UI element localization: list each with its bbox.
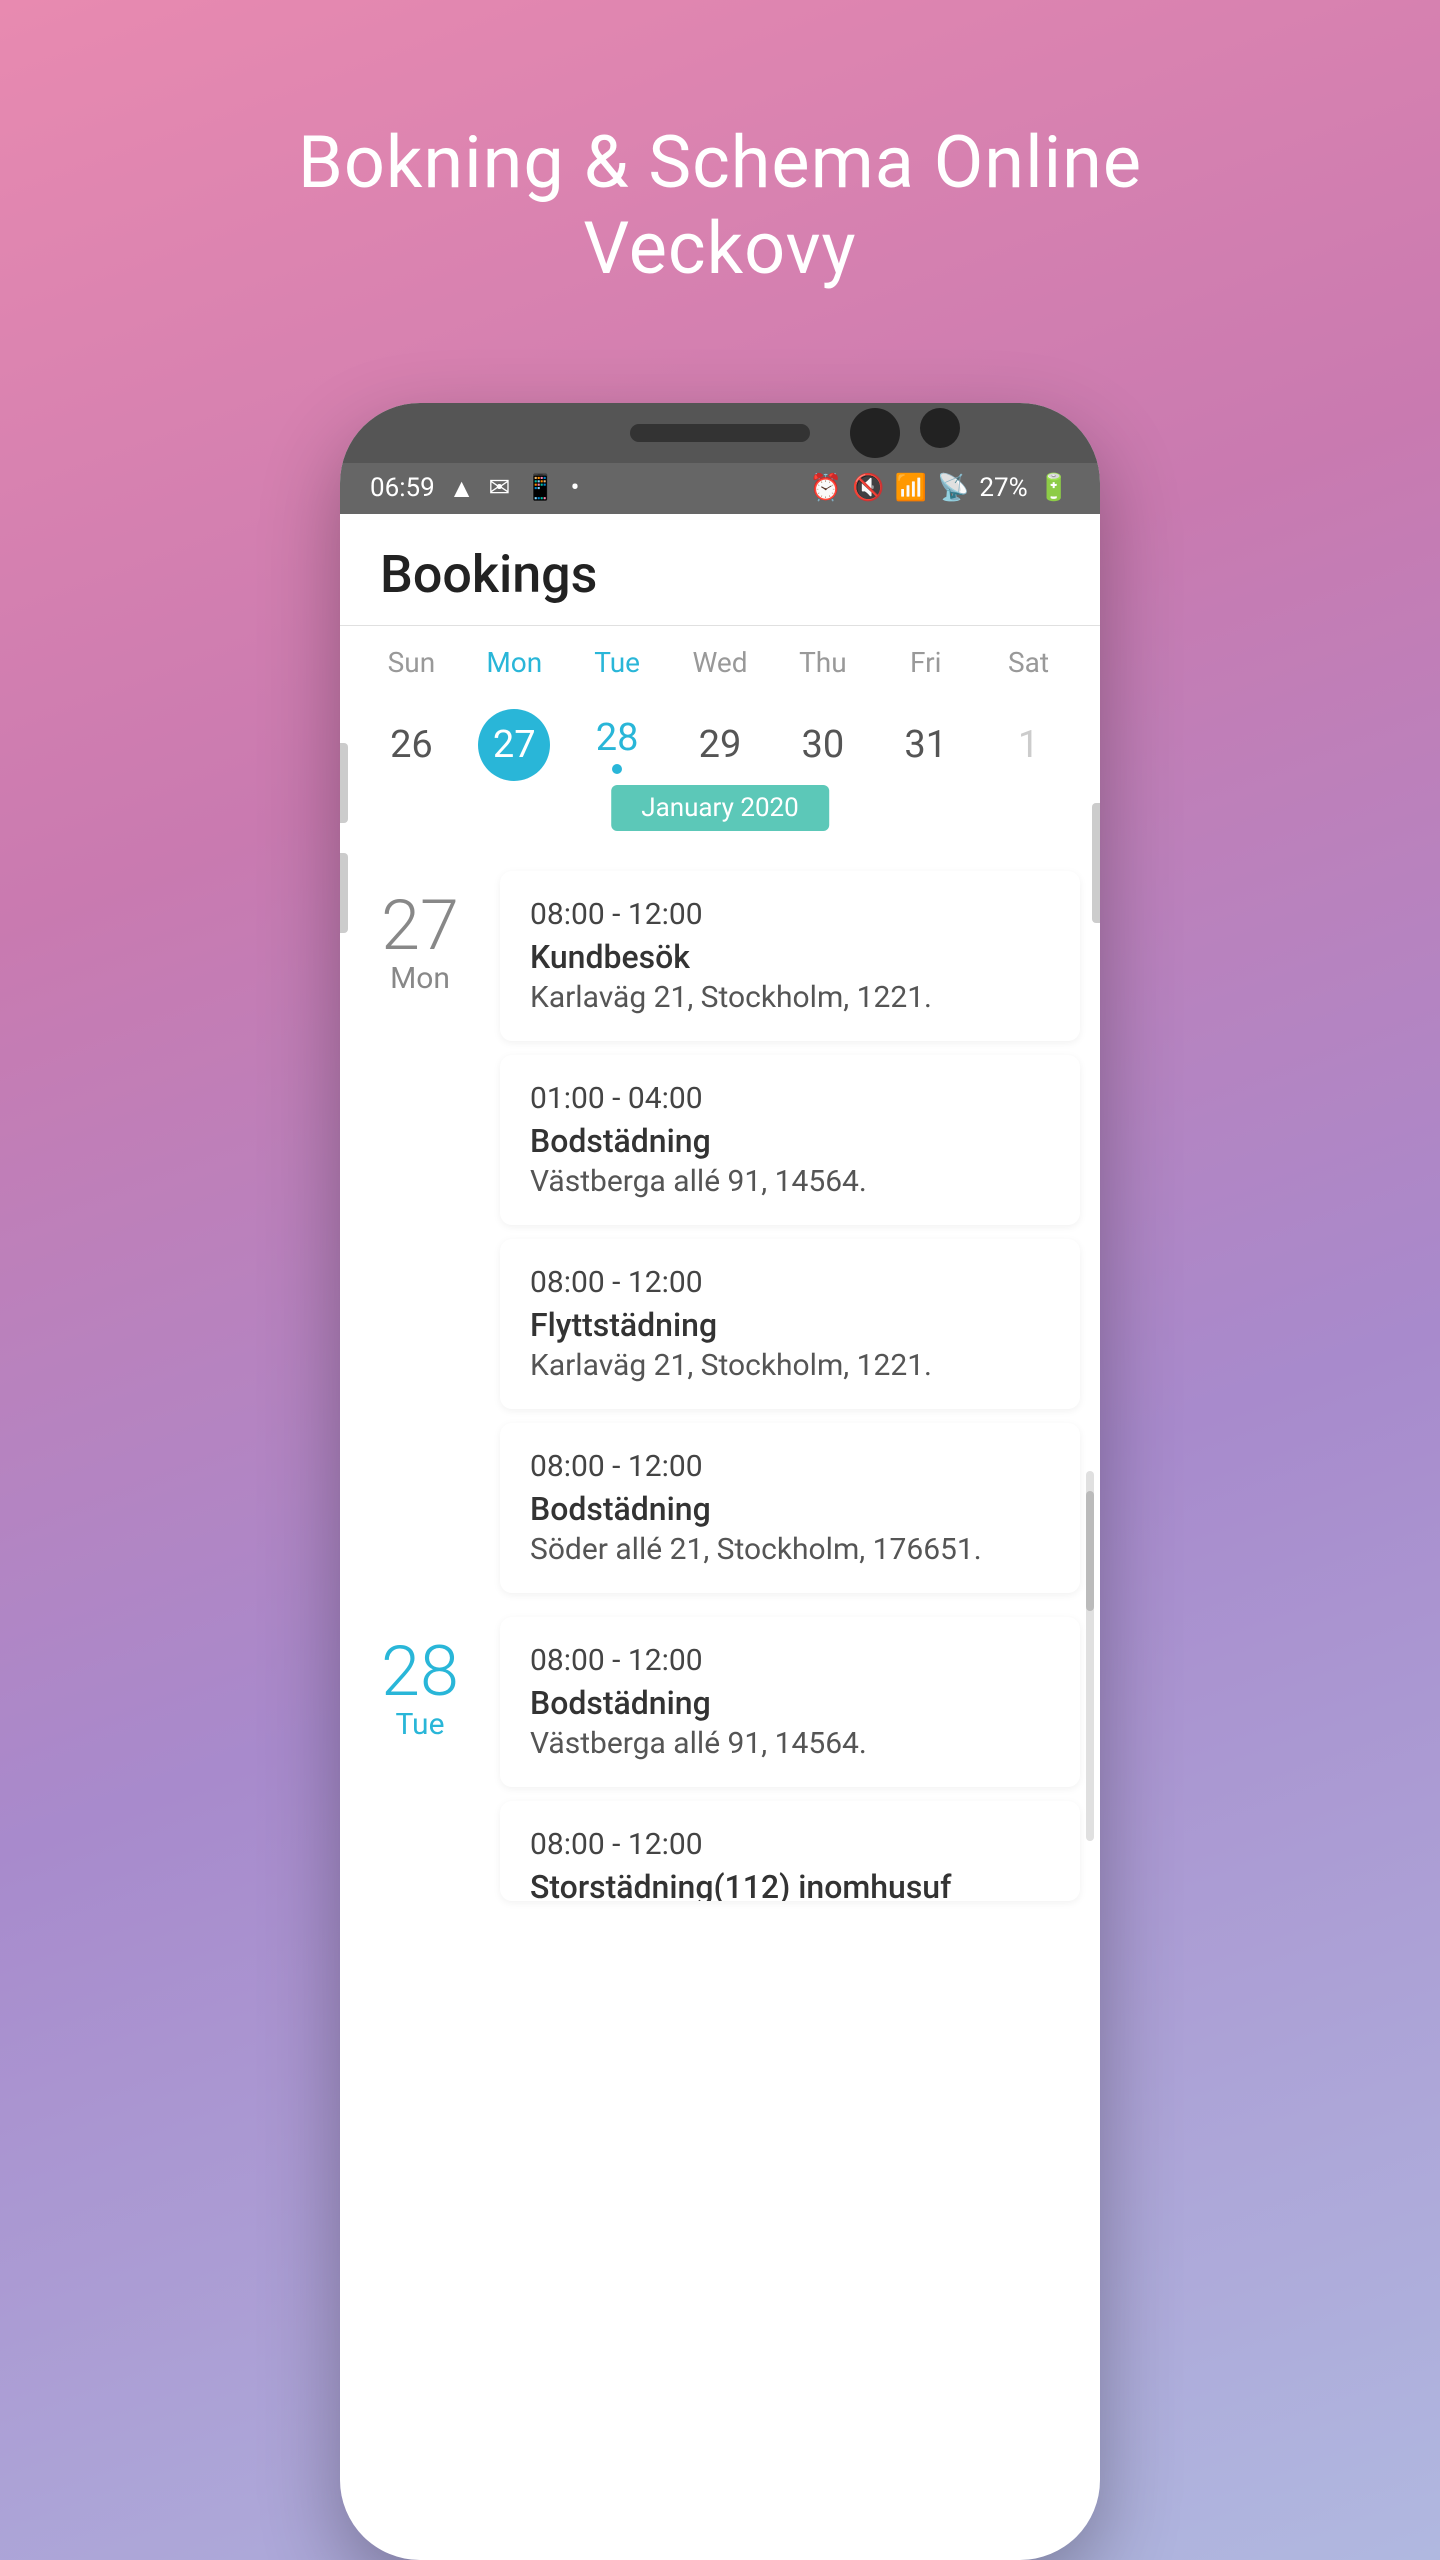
phone-frame: 06:59 ▲ ✉ 📱 • ⏰ 🔇 📶 📡 27% 🔋 Bookings Sun…	[340, 403, 1100, 2560]
calendar-dates: 26 27 28 29 30 31 1	[360, 689, 1080, 801]
whatsapp-icon: 📱	[524, 473, 556, 503]
calendar-section[interactable]: Sun Mon Tue Wed Thu Fri Sat 26 27 28 29	[340, 626, 1100, 821]
month-badge: January 2020	[611, 785, 829, 831]
booking-type: Storstädning(112) inomhusuf	[530, 1868, 1050, 1901]
status-right: ⏰ 🔇 📶 📡 27% 🔋	[810, 473, 1070, 503]
day-name-28: Tue	[396, 1707, 445, 1742]
booking-type: Bodstädning	[530, 1490, 1050, 1528]
phone-notch-bar	[340, 403, 1100, 463]
app-header: Bookings	[340, 514, 1100, 626]
phone-camera-secondary	[920, 408, 960, 448]
email-icon: ✉	[488, 473, 510, 503]
date-30[interactable]: 30	[771, 713, 874, 777]
booking-type: Flyttstädning	[530, 1306, 1050, 1344]
date-1[interactable]: 1	[977, 713, 1080, 777]
app-title: Bokning & Schema Online Veckovy	[298, 120, 1142, 293]
day-name-27: Mon	[390, 961, 450, 996]
booking-card-27-4[interactable]: 08:00 - 12:00 Bodstädning Söder allé 21,…	[500, 1423, 1080, 1593]
weekday-wed: Wed	[669, 646, 772, 679]
booking-time: 08:00 - 12:00	[530, 1265, 1050, 1300]
alarm-icon: ⏰	[810, 473, 842, 503]
booking-address: Karlaväg 21, Stockholm, 1221.	[530, 1348, 1050, 1383]
booking-address: Karlaväg 21, Stockholm, 1221.	[530, 980, 1050, 1015]
scrollbar-thumb[interactable]	[1086, 1491, 1094, 1611]
weekday-sun: Sun	[360, 646, 463, 679]
scrollbar-track[interactable]	[1086, 1471, 1094, 1841]
booking-card-27-1[interactable]: 08:00 - 12:00 Kundbesök Karlaväg 21, Sto…	[500, 871, 1080, 1041]
booking-time: 01:00 - 04:00	[530, 1081, 1050, 1116]
battery-percent: 27%	[979, 473, 1027, 503]
booking-cards-28: 08:00 - 12:00 Bodstädning Västberga allé…	[500, 1617, 1080, 1901]
weekday-mon: Mon	[463, 646, 566, 679]
date-27[interactable]: 27	[463, 699, 566, 791]
day-number-27: 27	[381, 891, 459, 961]
weekday-thu: Thu	[771, 646, 874, 679]
phone-speaker	[630, 424, 810, 442]
status-time: 06:59	[370, 473, 435, 503]
booking-address: Västberga allé 91, 14564.	[530, 1726, 1050, 1761]
booking-address: Västberga allé 91, 14564.	[530, 1164, 1050, 1199]
status-bar: 06:59 ▲ ✉ 📱 • ⏰ 🔇 📶 📡 27% 🔋	[340, 463, 1100, 514]
weekday-fri: Fri	[874, 646, 977, 679]
date-26[interactable]: 26	[360, 713, 463, 777]
booking-type: Bodstädning	[530, 1684, 1050, 1722]
booking-time: 08:00 - 12:00	[530, 1449, 1050, 1484]
booking-card-28-1[interactable]: 08:00 - 12:00 Bodstädning Västberga allé…	[500, 1617, 1080, 1787]
navigation-icon: ▲	[449, 473, 475, 504]
phone-camera-group	[850, 408, 960, 458]
date-31[interactable]: 31	[874, 713, 977, 777]
day-group-27: 27 Mon 08:00 - 12:00 Kundbesök Karlaväg …	[360, 871, 1080, 1593]
booking-type: Bodstädning	[530, 1122, 1050, 1160]
day-label-28: 28 Tue	[360, 1617, 480, 1901]
weekday-tue: Tue	[566, 646, 669, 679]
phone-camera-main	[850, 408, 900, 458]
signal-icon: 📡	[937, 473, 969, 503]
wifi-icon: 📶	[895, 473, 927, 503]
booking-type: Kundbesök	[530, 938, 1050, 976]
booking-address: Söder allé 21, Stockholm, 176651.	[530, 1532, 1050, 1567]
weekday-sat: Sat	[977, 646, 1080, 679]
volume-up-button[interactable]	[340, 743, 348, 823]
volume-down-button[interactable]	[340, 853, 348, 933]
booking-card-27-2[interactable]: 01:00 - 04:00 Bodstädning Västberga allé…	[500, 1055, 1080, 1225]
booking-cards-27: 08:00 - 12:00 Kundbesök Karlaväg 21, Sto…	[500, 871, 1080, 1593]
booking-card-28-2[interactable]: 08:00 - 12:00 Storstädning(112) inomhusu…	[500, 1801, 1080, 1901]
booking-card-27-3[interactable]: 08:00 - 12:00 Flyttstädning Karlaväg 21,…	[500, 1239, 1080, 1409]
app-title-section: Bokning & Schema Online Veckovy	[298, 60, 1142, 353]
day-number-28: 28	[381, 1637, 459, 1707]
day-label-27: 27 Mon	[360, 871, 480, 1593]
date-28[interactable]: 28	[566, 706, 669, 784]
status-left: 06:59 ▲ ✉ 📱 •	[370, 473, 579, 504]
dot-indicator: •	[571, 473, 580, 503]
calendar-weekdays: Sun Mon Tue Wed Thu Fri Sat	[360, 626, 1080, 689]
mute-icon: 🔇	[852, 473, 884, 503]
page-title: Bookings	[380, 544, 1060, 605]
battery-icon: 🔋	[1038, 473, 1070, 503]
day-group-28: 28 Tue 08:00 - 12:00 Bodstädning Västber…	[360, 1617, 1080, 1901]
booking-time: 08:00 - 12:00	[530, 1643, 1050, 1678]
bookings-list: 27 Mon 08:00 - 12:00 Kundbesök Karlaväg …	[340, 871, 1100, 1901]
booking-time: 08:00 - 12:00	[530, 897, 1050, 932]
power-button[interactable]	[1092, 803, 1100, 923]
booking-time: 08:00 - 12:00	[530, 1827, 1050, 1862]
date-29[interactable]: 29	[669, 713, 772, 777]
